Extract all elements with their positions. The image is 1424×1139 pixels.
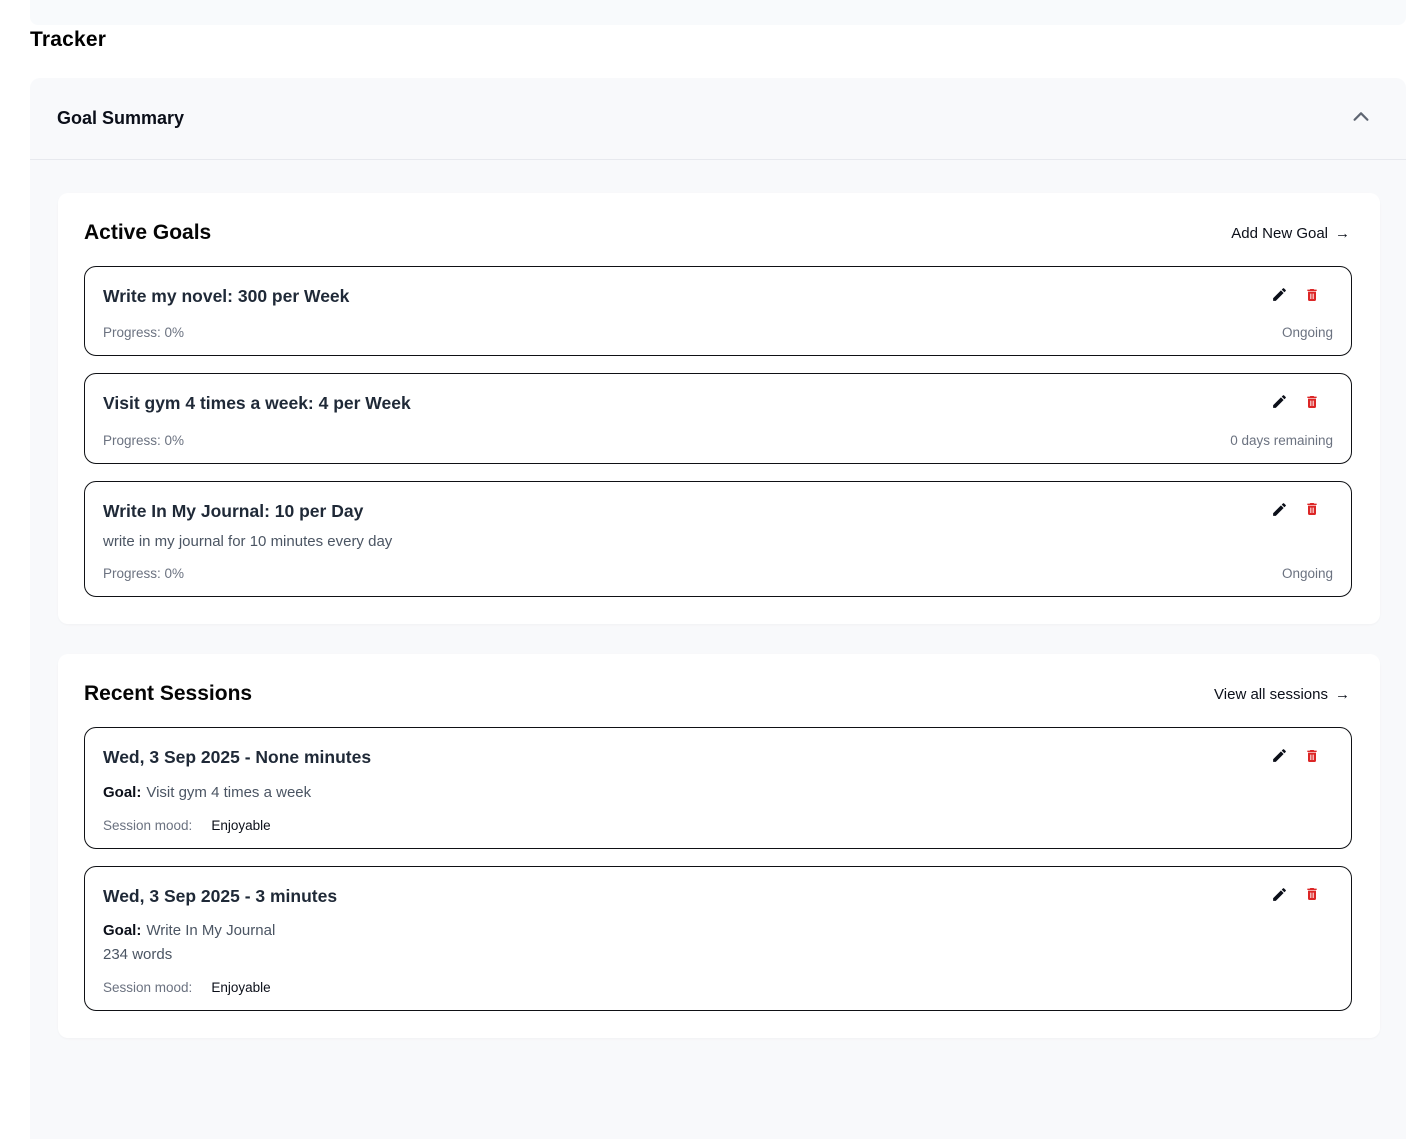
goal-progress: Progress: 0% bbox=[103, 566, 184, 581]
goal-title: Write my novel: 300 per Week bbox=[103, 284, 349, 309]
session-card: Wed, 3 Sep 2025 - None minutes bbox=[84, 727, 1352, 848]
session-mood: Session mood: Enjoyable bbox=[103, 818, 1333, 833]
trash-icon bbox=[1304, 500, 1320, 521]
goal-summary-header[interactable]: Goal Summary bbox=[30, 78, 1406, 160]
delete-goal-button[interactable] bbox=[1303, 394, 1321, 412]
edit-goal-button[interactable] bbox=[1270, 394, 1288, 412]
add-new-goal-label: Add New Goal bbox=[1231, 225, 1328, 242]
trash-icon bbox=[1304, 286, 1320, 307]
goal-status: Ongoing bbox=[1282, 566, 1333, 581]
session-title: Wed, 3 Sep 2025 - 3 minutes bbox=[103, 884, 337, 909]
goal-progress: Progress: 0% bbox=[103, 325, 184, 340]
chevron-up-icon bbox=[1350, 106, 1372, 131]
session-title: Wed, 3 Sep 2025 - None minutes bbox=[103, 745, 371, 770]
goal-summary-title: Goal Summary bbox=[57, 108, 184, 129]
session-goal-label: Goal: bbox=[103, 784, 141, 801]
goal-description: write in my journal for 10 minutes every… bbox=[103, 533, 1333, 550]
session-goal-value: Visit gym 4 times a week bbox=[146, 784, 311, 801]
arrow-right-icon: → bbox=[1335, 686, 1350, 703]
session-mood: Session mood: Enjoyable bbox=[103, 980, 1333, 995]
session-goal-value: Write In My Journal bbox=[146, 922, 275, 939]
session-word-count: 234 words bbox=[103, 946, 1333, 963]
trash-icon bbox=[1304, 393, 1320, 414]
goal-status: Ongoing bbox=[1282, 325, 1333, 340]
view-all-sessions-link[interactable]: View all sessions → bbox=[1214, 686, 1350, 703]
active-goals-panel: Active Goals Add New Goal → Write my nov… bbox=[58, 193, 1380, 624]
view-all-sessions-label: View all sessions bbox=[1214, 686, 1328, 703]
active-goals-title: Active Goals bbox=[84, 221, 211, 245]
goal-title: Visit gym 4 times a week: 4 per Week bbox=[103, 391, 411, 416]
collapse-button[interactable] bbox=[1346, 104, 1376, 134]
session-card: Wed, 3 Sep 2025 - 3 minutes bbox=[84, 866, 1352, 1011]
goal-summary-card: Goal Summary Active Goals Add New Goal →… bbox=[30, 78, 1406, 1139]
edit-session-button[interactable] bbox=[1270, 887, 1288, 905]
goal-card: Write In My Journal: 10 per Day bbox=[84, 481, 1352, 597]
scrolled-card-edge bbox=[30, 0, 1406, 25]
pencil-icon bbox=[1271, 747, 1288, 767]
page-title: Tracker bbox=[30, 28, 106, 52]
session-goal: Goal: Visit gym 4 times a week bbox=[103, 784, 1333, 801]
session-mood-value: Enjoyable bbox=[211, 980, 270, 995]
recent-sessions-title: Recent Sessions bbox=[84, 682, 252, 706]
delete-session-button[interactable] bbox=[1303, 748, 1321, 766]
delete-goal-button[interactable] bbox=[1303, 502, 1321, 520]
pencil-icon bbox=[1271, 393, 1288, 413]
session-goal-label: Goal: bbox=[103, 922, 141, 939]
goal-card: Write my novel: 300 per Week bbox=[84, 266, 1352, 356]
arrow-right-icon: → bbox=[1335, 225, 1350, 242]
goal-card: Visit gym 4 times a week: 4 per Week bbox=[84, 373, 1352, 463]
add-new-goal-link[interactable]: Add New Goal → bbox=[1231, 225, 1350, 242]
delete-goal-button[interactable] bbox=[1303, 287, 1321, 305]
session-mood-label: Session mood: bbox=[103, 818, 192, 833]
recent-sessions-panel: Recent Sessions View all sessions → Wed,… bbox=[58, 654, 1380, 1038]
edit-session-button[interactable] bbox=[1270, 748, 1288, 766]
pencil-icon bbox=[1271, 286, 1288, 306]
edit-goal-button[interactable] bbox=[1270, 287, 1288, 305]
goal-status: 0 days remaining bbox=[1230, 433, 1333, 448]
trash-icon bbox=[1304, 747, 1320, 768]
goal-title: Write In My Journal: 10 per Day bbox=[103, 499, 363, 524]
trash-icon bbox=[1304, 885, 1320, 906]
edit-goal-button[interactable] bbox=[1270, 502, 1288, 520]
goal-progress: Progress: 0% bbox=[103, 433, 184, 448]
session-mood-label: Session mood: bbox=[103, 980, 192, 995]
pencil-icon bbox=[1271, 886, 1288, 906]
delete-session-button[interactable] bbox=[1303, 887, 1321, 905]
goal-summary-body: Active Goals Add New Goal → Write my nov… bbox=[30, 160, 1406, 1038]
session-mood-value: Enjoyable bbox=[211, 818, 270, 833]
session-goal: Goal: Write In My Journal bbox=[103, 922, 1333, 939]
pencil-icon bbox=[1271, 501, 1288, 521]
